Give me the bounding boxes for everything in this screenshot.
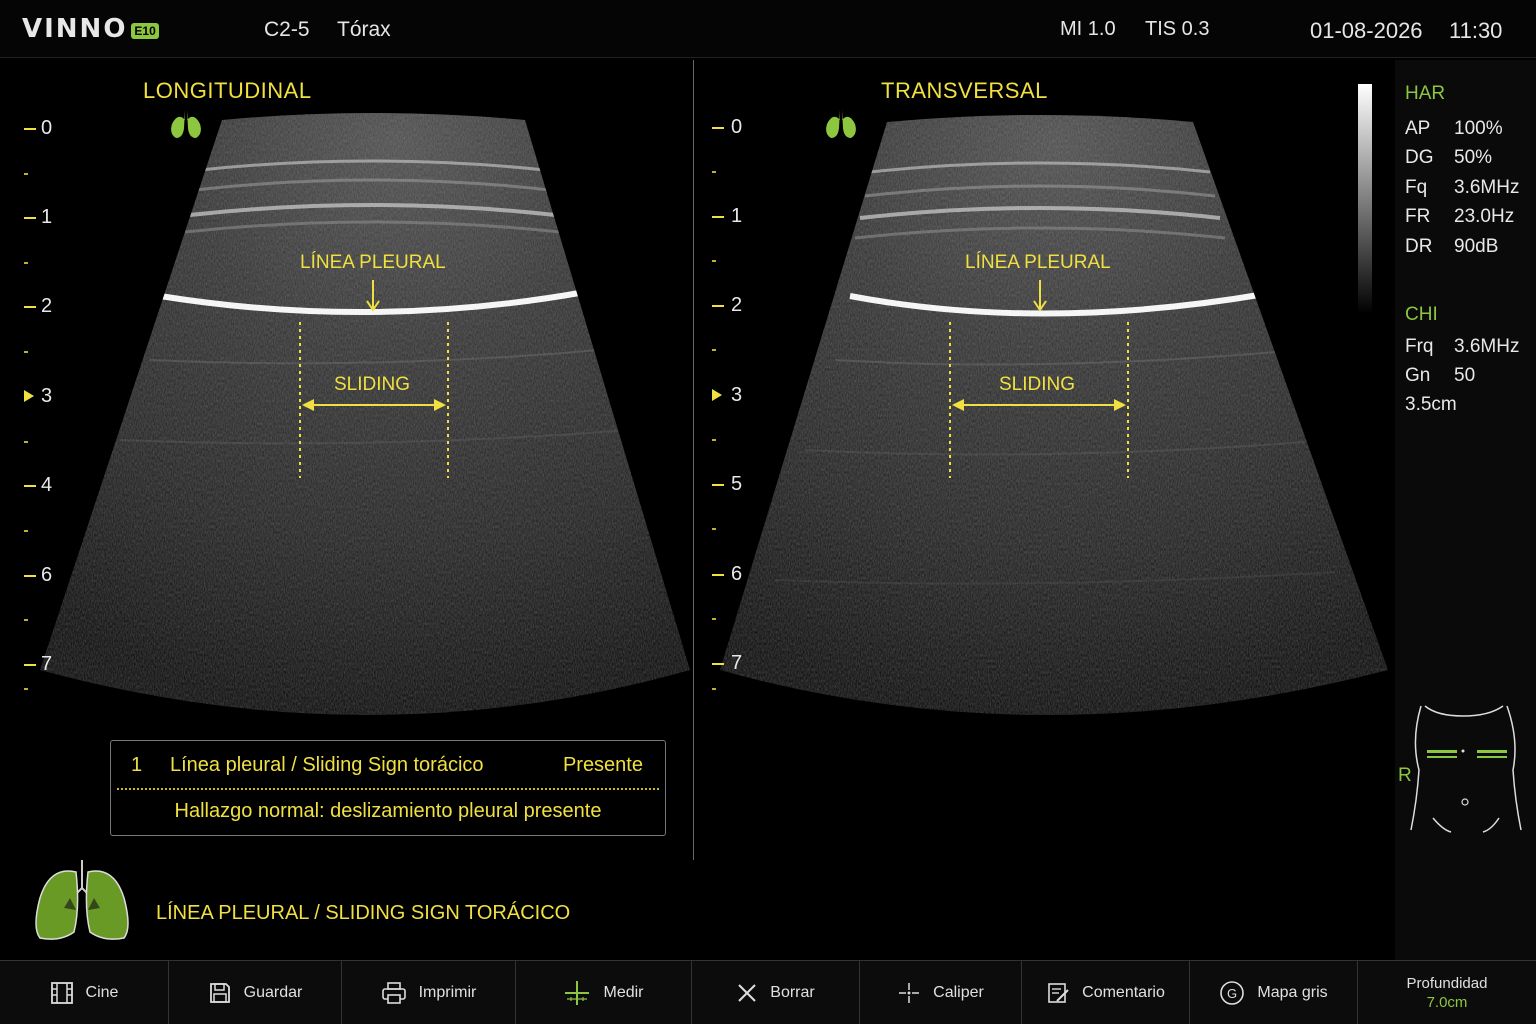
sliding-label: SLIDING bbox=[999, 374, 1076, 395]
cine-button[interactable]: Cine bbox=[0, 961, 169, 1024]
exam-caption: LÍNEA PLEURAL / SLIDING SIGN TORÁCICO bbox=[156, 902, 571, 924]
finding-result-box[interactable]: 1 Línea pleural / Sliding Sign torácico … bbox=[110, 740, 666, 836]
param-value: 50 bbox=[1454, 365, 1476, 386]
har-title: HAR bbox=[1405, 83, 1446, 104]
measure-button[interactable]: Medir bbox=[516, 961, 692, 1024]
tis-value: TIS 0.3 bbox=[1145, 18, 1210, 40]
bottom-toolbar: Cine Guardar Imprimir Medir Borrar Calip… bbox=[0, 960, 1536, 1024]
depth-control-value: 7.0cm bbox=[1426, 994, 1468, 1011]
body-marker-icon[interactable] bbox=[1407, 700, 1525, 834]
caliper-button[interactable]: Caliper bbox=[860, 961, 1022, 1024]
lungs-anatomy-icon bbox=[35, 860, 129, 940]
param-value: 50% bbox=[1454, 147, 1493, 168]
parameter-panel: HAR AP 100% DG 50% Fq 3.6MHz FR 23.0Hz D… bbox=[1395, 60, 1536, 960]
gray-map-button[interactable]: G Mapa gris bbox=[1190, 961, 1358, 1024]
printer-icon bbox=[381, 982, 406, 1004]
svg-text:G: G bbox=[1227, 986, 1237, 1001]
film-icon bbox=[50, 982, 73, 1004]
transversal-view[interactable]: TRANSVERSAL 0 1 2 3 5 6 7 LÍNEA PLEURAL … bbox=[695, 60, 1395, 860]
measure-cross-icon bbox=[565, 981, 590, 1005]
edit-note-icon bbox=[1048, 983, 1069, 1003]
save-label: Guardar bbox=[243, 984, 303, 1001]
print-label: Imprimir bbox=[418, 984, 477, 1001]
param-label: DR bbox=[1405, 236, 1433, 257]
param-label: Fq bbox=[1405, 177, 1428, 198]
logo-badge: E10 bbox=[131, 23, 159, 39]
result-note: Hallazgo normal: deslizamiento pleural p… bbox=[174, 800, 602, 822]
time-label: 11:30 bbox=[1449, 18, 1503, 43]
result-number: 1 bbox=[131, 754, 143, 776]
erase-label: Borrar bbox=[770, 984, 815, 1001]
param-label: AP bbox=[1405, 118, 1431, 139]
param-label: Frq bbox=[1405, 336, 1434, 357]
comment-button[interactable]: Comentario bbox=[1022, 961, 1190, 1024]
annotation-overlay-right bbox=[949, 280, 1129, 478]
result-status: Presente bbox=[562, 754, 643, 776]
save-button[interactable]: Guardar bbox=[169, 961, 342, 1024]
gray-map-icon: G bbox=[1220, 981, 1245, 1005]
print-button[interactable]: Imprimir bbox=[342, 961, 516, 1024]
caliper-icon bbox=[899, 983, 920, 1003]
logo-text: VINNO bbox=[22, 14, 128, 44]
param-value: 3.6MHz bbox=[1454, 177, 1520, 198]
top-bar: VINNO E10 C2-5 Tórax MI 1.0 TIS 0.3 01-0… bbox=[0, 0, 1536, 58]
depth-control[interactable]: Profundidad 7.0cm bbox=[1358, 961, 1536, 1024]
param-value: 100% bbox=[1454, 118, 1503, 139]
sliding-label: SLIDING bbox=[334, 374, 411, 395]
depth-readout: 3.5cm bbox=[1405, 394, 1457, 415]
probe-label[interactable]: C2-5 bbox=[264, 18, 310, 42]
result-description: Línea pleural / Sliding Sign torácico bbox=[170, 754, 484, 776]
brand-logo: VINNO E10 bbox=[22, 14, 159, 44]
caliper-label: Caliper bbox=[933, 984, 984, 1001]
param-value: 90dB bbox=[1454, 236, 1499, 257]
param-value: 3.6MHz bbox=[1454, 336, 1520, 357]
close-icon bbox=[738, 984, 756, 1002]
preset-label[interactable]: Tórax bbox=[337, 18, 391, 42]
erase-button[interactable]: Borrar bbox=[692, 961, 860, 1024]
chi-title: CHI bbox=[1405, 304, 1438, 325]
param-label: Gn bbox=[1405, 365, 1431, 386]
param-label: FR bbox=[1405, 206, 1431, 227]
panel-divider bbox=[693, 60, 694, 860]
save-icon bbox=[209, 983, 230, 1003]
date-label: 01-08-2026 bbox=[1310, 18, 1423, 43]
mi-value: MI 1.0 bbox=[1060, 18, 1116, 40]
comment-label: Comentario bbox=[1082, 984, 1165, 1001]
param-label: DG bbox=[1405, 147, 1434, 168]
depth-control-label: Profundidad bbox=[1406, 975, 1488, 992]
grayscale-bar bbox=[1358, 84, 1372, 314]
param-value: 23.0Hz bbox=[1454, 206, 1515, 227]
measure-label: Medir bbox=[603, 984, 644, 1001]
cine-label: Cine bbox=[85, 984, 119, 1001]
gray-map-label: Mapa gris bbox=[1257, 984, 1328, 1001]
result-separator bbox=[117, 788, 659, 790]
